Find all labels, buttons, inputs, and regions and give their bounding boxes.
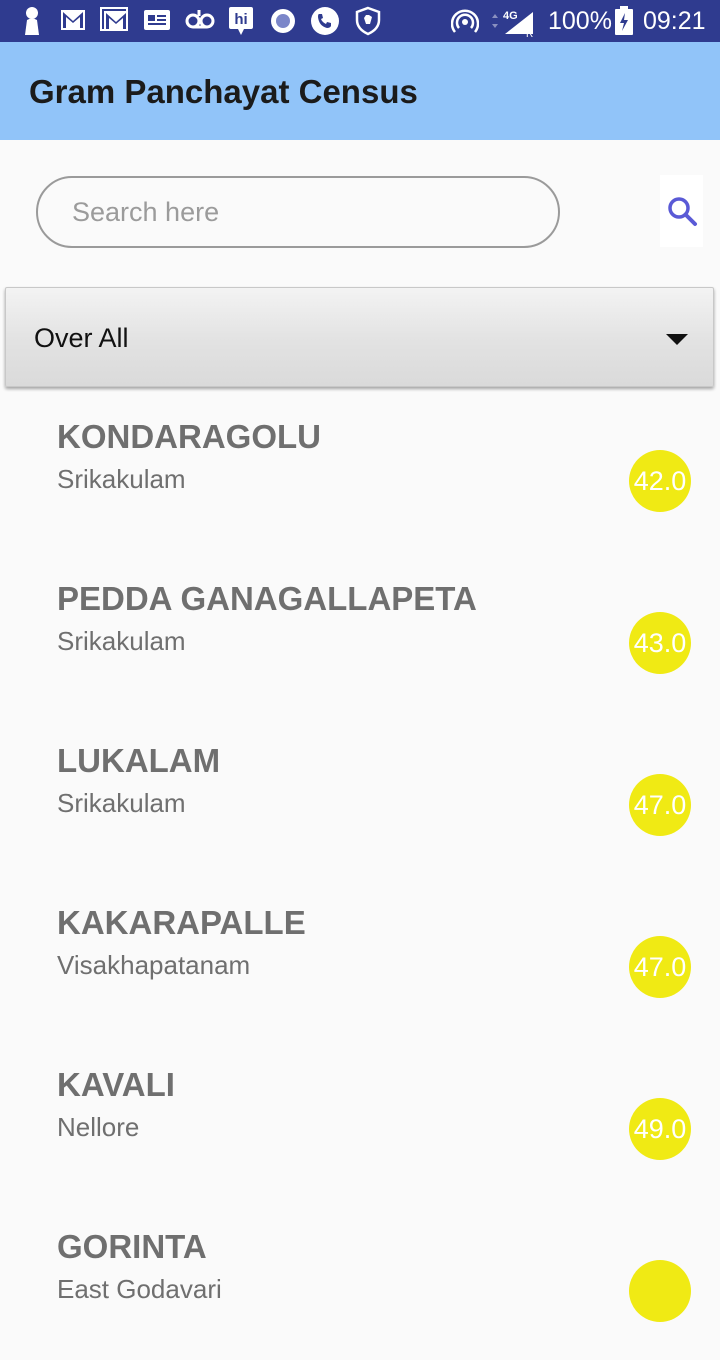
list-item[interactable]: PEDDA GANAGALLAPETA Srikakulam 43.0 — [0, 550, 720, 712]
score-badge: 42.0 — [629, 450, 691, 512]
district-name: Nellore — [57, 1112, 140, 1142]
search-button[interactable] — [660, 175, 703, 247]
list-item[interactable]: KAVALI Nellore 49.0 — [0, 1036, 720, 1198]
score-badge: 49.0 — [629, 1098, 691, 1160]
voicemail-icon — [185, 10, 215, 29]
filter-dropdown[interactable]: Over All — [5, 287, 714, 387]
search-icon — [667, 197, 697, 226]
score-badge: 47.0 — [629, 936, 691, 998]
phone-icon — [311, 7, 339, 35]
gmail-icon — [61, 10, 85, 30]
clock: 09:21 — [643, 7, 706, 35]
dropdown-arrow-icon — [666, 334, 688, 345]
hotspot-icon — [451, 9, 479, 33]
score-badge: 43.0 — [629, 612, 691, 674]
panchayat-name: KAVALI — [57, 1066, 175, 1103]
app-bar: Gram Panchayat Census — [0, 42, 720, 140]
record-icon — [271, 9, 295, 33]
search-input[interactable] — [36, 176, 560, 248]
signal-icon: 4G R — [492, 10, 533, 38]
shield-icon — [355, 6, 381, 36]
district-name: East Godavari — [57, 1274, 222, 1304]
panchayat-name: KONDARAGOLU — [57, 418, 321, 455]
panchayat-name: GORINTA — [57, 1228, 207, 1265]
district-name: Srikakulam — [57, 788, 186, 818]
person-icon — [25, 7, 39, 35]
battery-percent: 100% — [548, 7, 612, 35]
panchayat-list: KONDARAGOLU Srikakulam 42.0 PEDDA GANAGA… — [0, 388, 720, 1360]
list-item[interactable]: KONDARAGOLU Srikakulam 42.0 — [0, 388, 720, 550]
list-item[interactable]: LUKALAM Srikakulam 47.0 — [0, 712, 720, 874]
status-bar: hi 4G R 100% 09:21 — [0, 0, 720, 42]
gmail-icon — [100, 7, 128, 31]
score-badge: 47.0 — [629, 774, 691, 836]
panchayat-name: LUKALAM — [57, 742, 221, 779]
battery-icon — [615, 6, 633, 35]
hi-icon: hi — [229, 7, 253, 35]
news-icon — [144, 10, 170, 30]
svg-text:4G: 4G — [503, 10, 518, 22]
district-name: Srikakulam — [57, 464, 186, 494]
list-item[interactable]: GORINTA East Godavari — [0, 1198, 720, 1360]
panchayat-name: KAKARAPALLE — [57, 904, 306, 941]
list-item[interactable]: KAKARAPALLE Visakhapatanam 47.0 — [0, 874, 720, 1036]
score-badge — [629, 1260, 691, 1322]
district-name: Srikakulam — [57, 626, 186, 656]
panchayat-name: PEDDA GANAGALLAPETA — [57, 580, 477, 617]
filter-selected-value: Over All — [34, 323, 129, 353]
district-name: Visakhapatanam — [57, 950, 251, 980]
svg-text:hi: hi — [234, 11, 247, 28]
svg-text:R: R — [526, 29, 533, 38]
page-title: Gram Panchayat Census — [29, 73, 418, 110]
